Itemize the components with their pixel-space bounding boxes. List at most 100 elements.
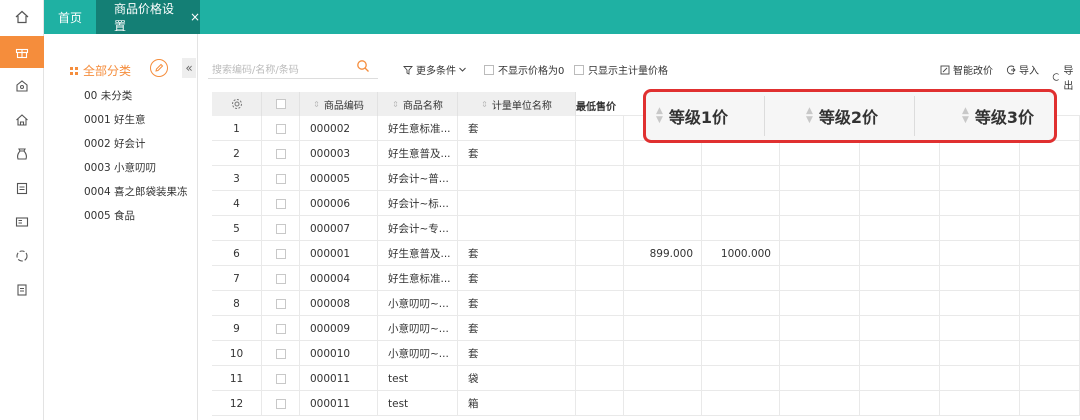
row-checkbox-cell[interactable]: [262, 316, 300, 341]
price-cell[interactable]: [1020, 266, 1080, 291]
checkbox-icon[interactable]: [275, 398, 286, 409]
level-1-price-cell[interactable]: [624, 191, 702, 216]
checkbox-icon[interactable]: [275, 248, 286, 259]
checkbox-icon[interactable]: [275, 148, 286, 159]
collapse-panel-button[interactable]: «: [182, 58, 196, 78]
min-price-cell[interactable]: [576, 391, 624, 416]
header-level-2-price[interactable]: ▲ ▼ 等级2价: [806, 92, 878, 140]
price-cell[interactable]: [940, 241, 1020, 266]
header-name[interactable]: ⇕ 商品名称: [378, 92, 458, 116]
category-item[interactable]: 0002 好会计: [84, 136, 146, 151]
level-1-price-cell[interactable]: [624, 291, 702, 316]
table-row[interactable]: 5 000007 好会计~专...: [212, 216, 1080, 241]
level-2-price-cell[interactable]: [702, 366, 780, 391]
checkbox-icon[interactable]: [275, 373, 286, 384]
price-cell[interactable]: [940, 166, 1020, 191]
edit-category-button[interactable]: [150, 59, 168, 77]
header-level-3-price[interactable]: ▲ ▼ 等级3价: [962, 92, 1034, 140]
min-price-cell[interactable]: [576, 341, 624, 366]
level-3-price-cell[interactable]: [780, 266, 860, 291]
price-cell[interactable]: [940, 391, 1020, 416]
row-checkbox-cell[interactable]: [262, 141, 300, 166]
level-1-price-cell[interactable]: [624, 366, 702, 391]
price-cell[interactable]: [860, 391, 940, 416]
level-1-price-cell[interactable]: [624, 316, 702, 341]
level-2-price-cell[interactable]: [702, 391, 780, 416]
min-price-cell[interactable]: [576, 141, 624, 166]
nav-item-gift[interactable]: [0, 36, 44, 68]
category-item[interactable]: 00 未分类: [84, 88, 132, 103]
checkbox-icon[interactable]: [275, 123, 286, 134]
price-cell[interactable]: [1020, 341, 1080, 366]
more-conditions-button[interactable]: 更多条件: [403, 62, 467, 77]
row-checkbox-cell[interactable]: [262, 341, 300, 366]
category-item[interactable]: 0004 喜之郎袋装果冻: [84, 184, 188, 199]
price-cell[interactable]: [940, 266, 1020, 291]
close-icon[interactable]: ×: [190, 10, 200, 24]
search-icon[interactable]: [356, 59, 370, 73]
price-cell[interactable]: [860, 266, 940, 291]
table-row[interactable]: 8 000008 小意叨叨~... 套: [212, 291, 1080, 316]
level-3-price-cell[interactable]: [780, 316, 860, 341]
level-2-price-cell[interactable]: [702, 191, 780, 216]
row-checkbox-cell[interactable]: [262, 216, 300, 241]
min-price-cell[interactable]: [576, 266, 624, 291]
export-button[interactable]: 导出: [1052, 62, 1080, 92]
price-cell[interactable]: [1020, 241, 1080, 266]
import-button[interactable]: 导入: [1006, 62, 1039, 77]
level-2-price-cell[interactable]: [702, 216, 780, 241]
checkbox-icon[interactable]: [275, 273, 286, 284]
checkbox-icon[interactable]: [275, 223, 286, 234]
price-cell[interactable]: [1020, 216, 1080, 241]
table-row[interactable]: 11 000011 test 袋: [212, 366, 1080, 391]
search-input[interactable]: 搜索编码/名称/条码: [208, 57, 378, 79]
level-3-price-cell[interactable]: [780, 191, 860, 216]
price-cell[interactable]: [940, 316, 1020, 341]
price-cell[interactable]: [940, 191, 1020, 216]
tab-home[interactable]: 首页: [44, 0, 96, 34]
price-cell[interactable]: [860, 341, 940, 366]
category-item[interactable]: 0005 食品: [84, 208, 135, 223]
row-checkbox-cell[interactable]: [262, 116, 300, 141]
row-checkbox-cell[interactable]: [262, 266, 300, 291]
level-2-price-cell[interactable]: 1000.000: [702, 241, 780, 266]
nav-item-document[interactable]: [0, 274, 44, 306]
price-cell[interactable]: [860, 216, 940, 241]
row-checkbox-cell[interactable]: [262, 166, 300, 191]
level-1-price-cell[interactable]: [624, 266, 702, 291]
min-price-cell[interactable]: [576, 241, 624, 266]
nav-item-id-card[interactable]: [0, 206, 44, 238]
main-unit-only-checkbox[interactable]: 只显示主计量价格: [574, 62, 668, 77]
level-2-price-cell[interactable]: [702, 291, 780, 316]
nav-item-shop[interactable]: [0, 70, 44, 102]
price-cell[interactable]: [940, 141, 1020, 166]
min-price-cell[interactable]: [576, 116, 624, 141]
row-checkbox-cell[interactable]: [262, 291, 300, 316]
price-cell[interactable]: [860, 291, 940, 316]
nav-item-refresh[interactable]: [0, 240, 44, 272]
tab-price-settings[interactable]: 商品价格设置 ×: [96, 0, 200, 34]
price-cell[interactable]: [940, 341, 1020, 366]
price-cell[interactable]: [940, 366, 1020, 391]
price-cell[interactable]: [1020, 291, 1080, 316]
level-3-price-cell[interactable]: [780, 291, 860, 316]
nav-item-clipboard[interactable]: [0, 172, 44, 204]
price-cell[interactable]: [1020, 141, 1080, 166]
min-price-cell[interactable]: [576, 166, 624, 191]
table-row[interactable]: 10 000010 小意叨叨~... 套: [212, 341, 1080, 366]
category-item[interactable]: 0003 小意叨叨: [84, 160, 156, 175]
level-3-price-cell[interactable]: [780, 166, 860, 191]
price-cell[interactable]: [860, 366, 940, 391]
price-cell[interactable]: [1020, 191, 1080, 216]
level-1-price-cell[interactable]: [624, 216, 702, 241]
level-3-price-cell[interactable]: [780, 391, 860, 416]
smart-price-button[interactable]: 智能改价: [940, 62, 993, 77]
min-price-cell[interactable]: [576, 366, 624, 391]
price-cell[interactable]: [1020, 166, 1080, 191]
min-price-cell[interactable]: [576, 291, 624, 316]
nav-item-house[interactable]: [0, 104, 44, 136]
level-3-price-cell[interactable]: [780, 341, 860, 366]
level-1-price-cell[interactable]: 899.000: [624, 241, 702, 266]
table-row[interactable]: 7 000004 好生意标准... 套: [212, 266, 1080, 291]
row-checkbox-cell[interactable]: [262, 191, 300, 216]
